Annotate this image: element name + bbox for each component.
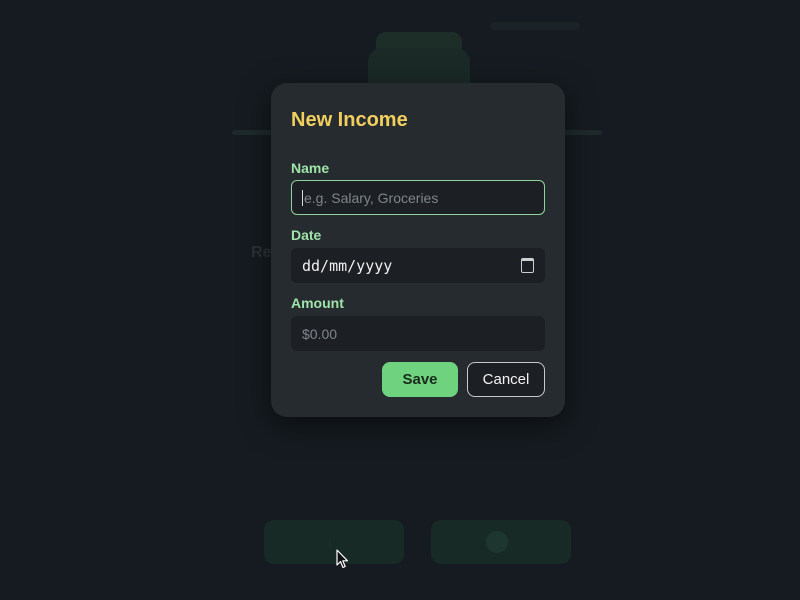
add-expense-button[interactable] — [431, 520, 571, 564]
amount-label: Amount — [291, 295, 344, 311]
jar-illustration — [368, 48, 470, 88]
cancel-button[interactable]: Cancel — [467, 362, 545, 397]
text-caret — [302, 189, 303, 206]
circle-icon — [486, 531, 508, 553]
save-button[interactable]: Save — [382, 362, 458, 397]
date-input[interactable]: dd/mm/yyyy — [291, 248, 545, 283]
date-label: Date — [291, 227, 322, 243]
background-section-label: Re — [251, 244, 272, 261]
new-income-dialog: New Income Name e.g. Salary, Groceries D… — [271, 83, 565, 417]
dialog-title: New Income — [291, 109, 408, 131]
add-income-button[interactable]: ↓ — [264, 520, 404, 564]
date-value: dd/mm/yyyy — [302, 256, 393, 275]
calendar-icon[interactable] — [521, 258, 534, 273]
mouse-pointer-icon — [336, 549, 349, 569]
amount-placeholder: $0.00 — [302, 325, 338, 342]
name-label: Name — [291, 160, 330, 176]
amount-input[interactable]: $0.00 — [291, 316, 545, 351]
name-placeholder: e.g. Salary, Groceries — [304, 189, 439, 206]
arrow-down-icon: ↓ — [327, 535, 333, 549]
name-input[interactable]: e.g. Salary, Groceries — [291, 180, 545, 215]
background-header-subtext — [490, 22, 580, 30]
